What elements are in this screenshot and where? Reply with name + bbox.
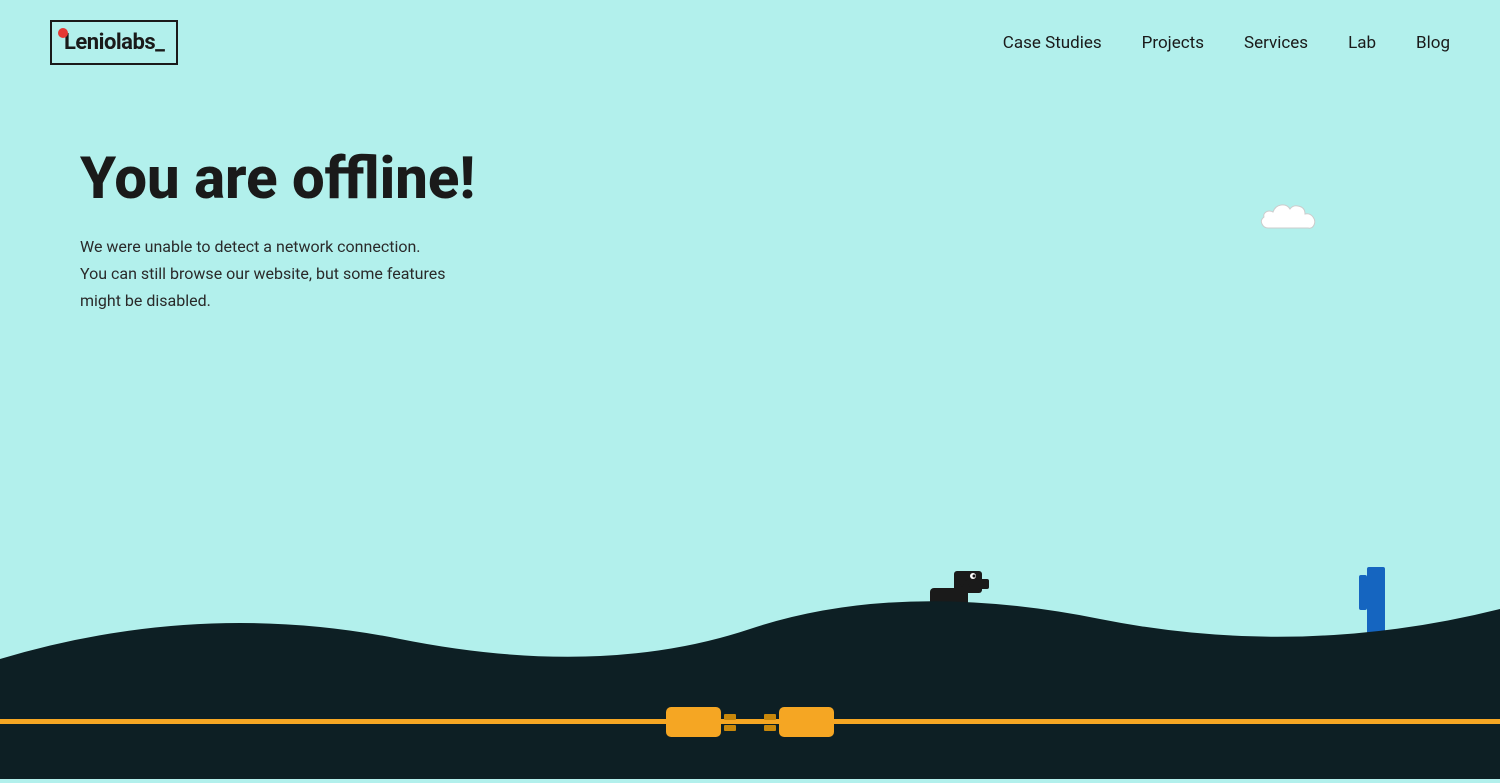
plug-right [764, 707, 834, 737]
wave-section [0, 539, 1500, 779]
nav-services[interactable]: Services [1244, 33, 1308, 53]
offline-title: You are offline! [80, 145, 1450, 213]
offline-description: We were unable to detect a network conne… [80, 233, 560, 315]
plug-left [666, 707, 736, 737]
nav-lab[interactable]: Lab [1348, 33, 1376, 53]
plug-connector [666, 707, 834, 737]
nav-projects[interactable]: Projects [1142, 33, 1204, 53]
nav-blog[interactable]: Blog [1416, 33, 1450, 53]
nav: Case Studies Projects Services Lab Blog [1003, 33, 1450, 53]
nav-case-studies[interactable]: Case Studies [1003, 33, 1102, 53]
main-content: You are offline! We were unable to detec… [0, 85, 1500, 315]
logo-dot [58, 28, 68, 38]
header: Leniolabs_ Case Studies Projects Service… [0, 0, 1500, 85]
logo-text: Leniolabs_ [64, 30, 164, 55]
logo[interactable]: Leniolabs_ [50, 20, 178, 65]
